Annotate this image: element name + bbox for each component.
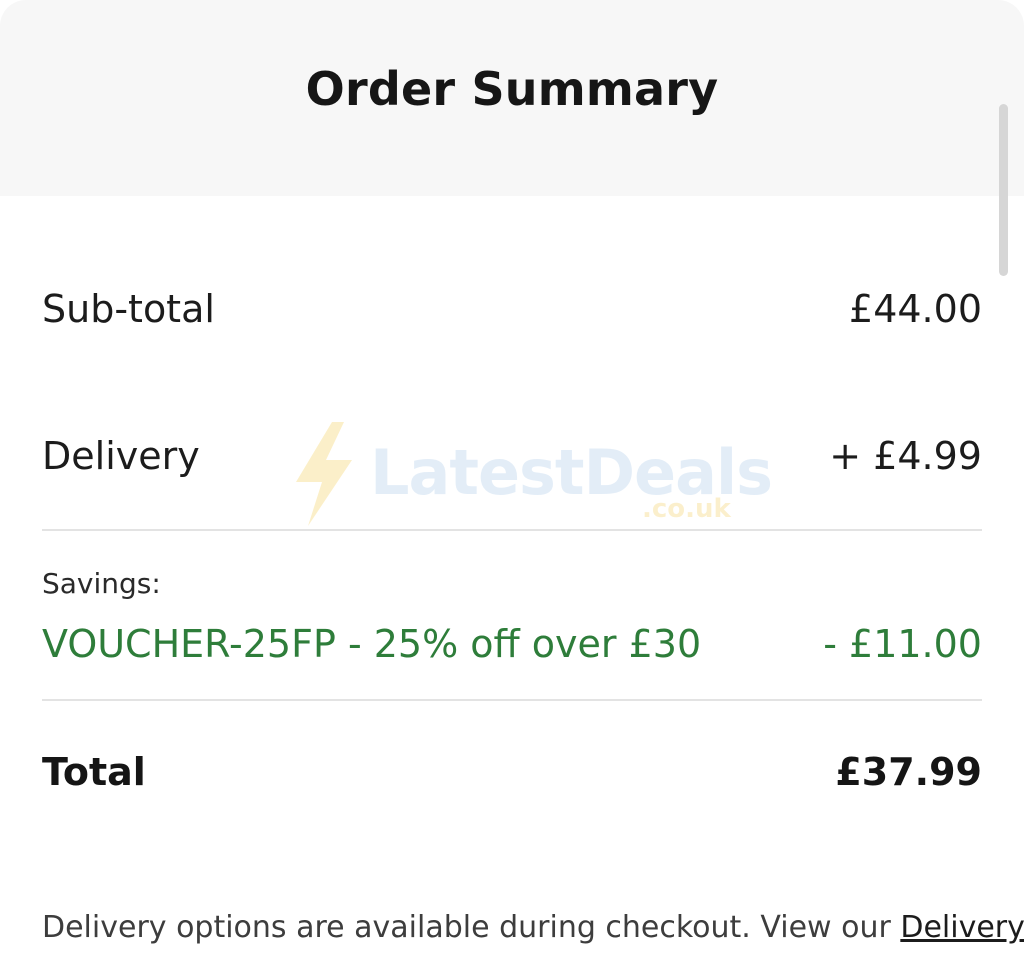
total-amount: £37.99 [835, 750, 982, 794]
subtotal-amount: £44.00 [849, 287, 982, 331]
divider [42, 699, 982, 701]
delivery-info-text: Delivery options are available during ch… [42, 910, 901, 945]
delivery-info-link[interactable]: Delivery [900, 910, 1024, 945]
voucher-amount: - £11.00 [823, 622, 982, 666]
lightning-bolt-icon [296, 422, 352, 526]
total-label: Total [42, 750, 146, 794]
delivery-label: Delivery [42, 434, 200, 478]
delivery-info-note: Delivery options are available during ch… [42, 910, 1024, 945]
subtotal-label: Sub-total [42, 287, 215, 331]
order-summary-header: Order Summary [0, 0, 1024, 196]
savings-heading: Savings: [42, 567, 161, 600]
watermark-logo: LatestDeals .co.uk [292, 420, 773, 530]
subtotal-row: Sub-total £44.00 [42, 287, 982, 347]
total-row: Total £37.99 [42, 750, 982, 810]
delivery-amount: + £4.99 [829, 434, 982, 478]
scrollbar[interactable] [999, 104, 1008, 276]
page-title: Order Summary [305, 62, 719, 116]
order-summary-panel: Order Summary Sub-total £44.00 Delivery … [0, 0, 1024, 955]
voucher-label: VOUCHER-25FP - 25% off over £30 [42, 622, 702, 666]
voucher-row: VOUCHER-25FP - 25% off over £30 - £11.00 [42, 622, 982, 682]
watermark-domain: .co.uk [642, 494, 731, 524]
